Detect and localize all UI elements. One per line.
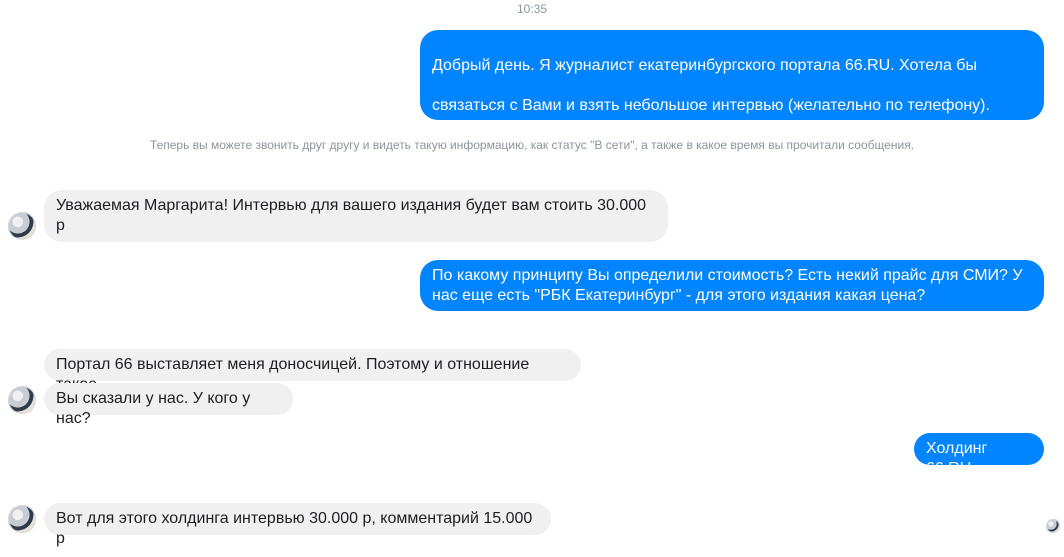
- contact-avatar-icon[interactable]: [8, 212, 36, 240]
- outgoing-message[interactable]: Холдинг 66.RU: [914, 433, 1044, 477]
- incoming-message[interactable]: Портал 66 выставляет меня доносчицей. По…: [44, 349, 581, 393]
- read-receipt-icon: [1046, 519, 1060, 533]
- incoming-message[interactable]: Вот для этого холдинга интервью 30.000 р…: [44, 503, 551, 547]
- incoming-message[interactable]: Уважаемая Маргарита! Интервью для вашего…: [44, 190, 668, 242]
- outgoing-message[interactable]: Добрый день. Я журналист екатеринбургско…: [420, 30, 1044, 196]
- message-timestamp: 10:35: [516, 2, 548, 16]
- contact-avatar-icon[interactable]: [8, 505, 36, 533]
- outgoing-message[interactable]: По какому принципу Вы определили стоимос…: [420, 260, 1044, 311]
- system-notice: Теперь вы можете звонить друг другу и ви…: [149, 138, 915, 152]
- message-line: связаться с Вами и взять небольшое интер…: [432, 97, 990, 114]
- incoming-message[interactable]: Вы сказали у нас. У кого у нас?: [44, 383, 293, 427]
- message-line: Добрый день. Я журналист екатеринбургско…: [432, 57, 977, 74]
- contact-avatar-icon[interactable]: [8, 386, 36, 414]
- chat-thread: 10:35 Добрый день. Я журналист екатеринб…: [0, 0, 1064, 557]
